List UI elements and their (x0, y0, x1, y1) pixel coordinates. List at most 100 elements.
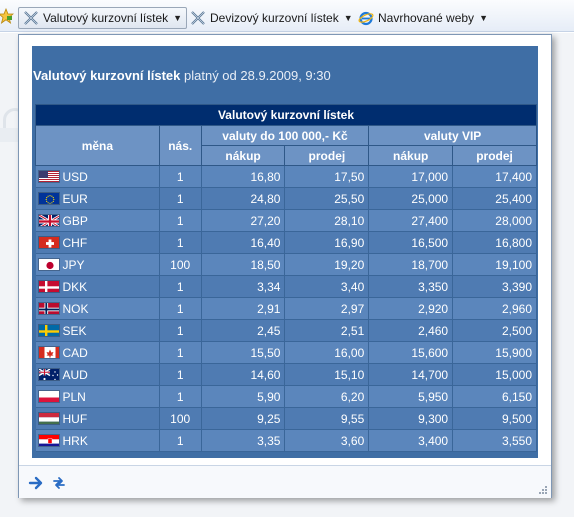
buy-cell: 18,50 (201, 253, 286, 276)
toolbar-item-valutovy[interactable]: Valutový kurzovní lístek ▼ (18, 7, 188, 29)
vip-buy-cell: 14,700 (368, 363, 454, 386)
qty-cell: 1 (159, 363, 202, 386)
column-group-standard: valuty do 100 000,- Kč (200, 125, 370, 146)
table-row: HRK 1 3,35 3,60 3,400 3,550 (35, 429, 537, 452)
buy-cell: 2,45 (201, 319, 286, 342)
refresh-icon[interactable] (51, 475, 67, 491)
flag-nok-icon (37, 301, 60, 315)
sell-cell: 3,40 (284, 275, 370, 298)
chevron-down-icon[interactable]: ▼ (173, 13, 182, 23)
currency-code: GBP (62, 213, 88, 228)
buy-cell: 27,20 (201, 209, 286, 232)
vip-buy-cell: 9,300 (368, 407, 454, 430)
vip-buy-cell: 5,950 (368, 385, 454, 408)
vip-sell-cell: 3,390 (452, 275, 537, 298)
vip-buy-cell: 2,460 (368, 319, 454, 342)
flag-pln-icon (37, 389, 60, 403)
qty-cell: 1 (159, 187, 202, 210)
currency-code: HRK (62, 433, 88, 448)
sell-cell: 25,50 (284, 187, 370, 210)
sell-cell: 19,20 (284, 253, 370, 276)
currency-cell: GBP (35, 209, 160, 232)
table-row: USD 1 16,80 17,50 17,000 17,400 (35, 165, 537, 188)
vip-sell-cell: 16,800 (452, 231, 537, 254)
buy-cell: 3,34 (201, 275, 286, 298)
sell-cell: 16,90 (284, 231, 370, 254)
vip-buy-cell: 15,600 (368, 341, 454, 364)
table-row: HUF 100 9,25 9,55 9,300 9,500 (35, 407, 537, 430)
qty-cell: 1 (159, 231, 202, 254)
flag-sek-icon (37, 323, 60, 337)
currency-cell: CHF (35, 231, 160, 254)
toolbar-item-devizovy[interactable]: Devizový kurzovní lístek ▼ (186, 7, 357, 29)
rates-table: Valutový kurzovní lístek měna nás. valut… (35, 104, 537, 452)
qty-cell: 100 (159, 253, 202, 276)
table-row: DKK 1 3,34 3,40 3,350 3,390 (35, 275, 537, 298)
exchange-rate-popup: Valutový kurzovní lístek platný od 28.9.… (18, 34, 552, 498)
vip-sell-cell: 17,400 (452, 165, 537, 188)
chevron-down-icon[interactable]: ▼ (344, 13, 353, 23)
currency-code: CAD (62, 345, 88, 360)
currency-cell: DKK (35, 275, 160, 298)
qty-cell: 1 (159, 429, 202, 452)
table-row: GBP 1 27,20 28,10 27,400 28,000 (35, 209, 537, 232)
vip-buy-cell: 17,000 (368, 165, 454, 188)
vip-buy-cell: 25,000 (368, 187, 454, 210)
buy-cell: 3,35 (201, 429, 286, 452)
qty-cell: 1 (159, 385, 202, 408)
background-shape (0, 128, 20, 142)
flag-huf-icon (37, 411, 60, 425)
toolbar-item-navrhovane-weby[interactable]: Navrhované weby ▼ (354, 7, 492, 29)
buy-cell: 24,80 (201, 187, 286, 210)
sell-cell: 15,10 (284, 363, 370, 386)
currency-cell: AUD (35, 363, 160, 386)
table-row: JPY 100 18,50 19,20 18,700 19,100 (35, 253, 537, 276)
sell-cell: 17,50 (284, 165, 370, 188)
qty-cell: 1 (159, 341, 202, 364)
flag-eur-icon (37, 191, 60, 205)
toolbar-item-label: Navrhované weby (378, 11, 475, 25)
vip-sell-cell: 28,000 (452, 209, 537, 232)
vip-buy-cell: 3,400 (368, 429, 454, 452)
resize-grip-icon[interactable] (538, 485, 548, 495)
sell-cell: 9,55 (284, 407, 370, 430)
currency-cell: PLN (35, 385, 160, 408)
column-header-buy: nákup (200, 145, 286, 166)
table-row: PLN 1 5,90 6,20 5,950 6,150 (35, 385, 537, 408)
table-row: CAD 1 15,50 16,00 15,600 15,900 (35, 341, 537, 364)
currency-code: HUF (62, 411, 88, 426)
chevron-down-icon[interactable]: ▼ (479, 13, 488, 23)
table-row: NOK 1 2,91 2,97 2,920 2,960 (35, 297, 537, 320)
flag-hrk-icon (37, 433, 60, 447)
flag-chf-icon (37, 235, 60, 249)
qty-cell: 1 (159, 165, 202, 188)
buy-cell: 2,91 (201, 297, 286, 320)
vip-sell-cell: 2,960 (452, 297, 537, 320)
currency-cell: CAD (35, 341, 160, 364)
currency-cell: USD (35, 165, 160, 188)
panel-title-bold: Valutový kurzovní lístek (33, 68, 181, 83)
arrow-right-icon[interactable] (28, 475, 44, 491)
flag-dkk-icon (37, 279, 60, 293)
sell-cell: 2,97 (284, 297, 370, 320)
ie-icon (358, 11, 374, 26)
currency-code: USD (62, 169, 88, 184)
vip-sell-cell: 25,400 (452, 187, 537, 210)
vip-sell-cell: 19,100 (452, 253, 537, 276)
vip-buy-cell: 27,400 (368, 209, 454, 232)
buy-cell: 14,60 (201, 363, 286, 386)
vip-sell-cell: 15,900 (452, 341, 537, 364)
column-header-currency: měna (35, 125, 160, 166)
buy-cell: 5,90 (201, 385, 286, 408)
currency-icon (191, 11, 205, 25)
column-header-vip-buy: nákup (368, 145, 454, 166)
currency-cell: HUF (35, 407, 160, 430)
favorites-star-icon[interactable] (0, 8, 14, 24)
qty-cell: 100 (159, 407, 202, 430)
popup-footer (19, 465, 551, 498)
rates-panel: Valutový kurzovní lístek platný od 28.9.… (32, 46, 538, 458)
vip-buy-cell: 3,350 (368, 275, 454, 298)
table-row: EUR 1 24,80 25,50 25,000 25,400 (35, 187, 537, 210)
flag-gbp-icon (37, 213, 60, 227)
vip-buy-cell: 16,500 (368, 231, 454, 254)
